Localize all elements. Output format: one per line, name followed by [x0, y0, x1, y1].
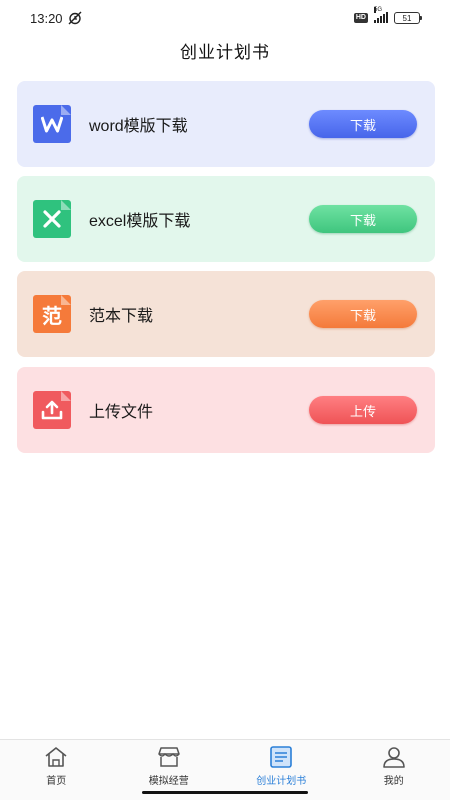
alarm-off-icon — [68, 11, 82, 25]
nav-label: 首页 — [46, 776, 67, 787]
card-template-download: 范 范本下载 下载 — [17, 271, 435, 357]
nav-label: 模拟经营 — [148, 776, 189, 787]
page-title: 创业计划书 — [180, 43, 270, 62]
status-left: 13:20 — [30, 11, 83, 26]
word-download-button[interactable]: 下载 — [309, 110, 417, 138]
home-indicator[interactable] — [142, 791, 308, 794]
template-file-icon: 范 — [33, 295, 71, 333]
nav-item-mine[interactable]: 我的 — [338, 740, 450, 800]
card-excel-download: excel模版下载 下载 — [17, 176, 435, 262]
home-icon — [45, 747, 67, 767]
excel-file-icon — [33, 200, 71, 238]
word-file-icon — [33, 105, 71, 143]
nav-label: 创业计划书 — [256, 776, 307, 787]
nav-item-home[interactable]: 首页 — [0, 740, 113, 800]
signal-icon: 5G — [374, 7, 388, 23]
card-upload-file: 上传文件 上传 — [17, 367, 435, 453]
card-word-download: word模版下载 下载 — [17, 81, 435, 167]
document-icon — [270, 746, 293, 768]
status-right: HD 5G 51 — [353, 7, 422, 24]
store-icon — [158, 747, 180, 767]
upload-file-icon — [33, 391, 71, 429]
nav-label: 我的 — [383, 776, 404, 787]
hd-badge: HD — [353, 13, 368, 23]
battery-level: 51 — [402, 13, 412, 23]
upload-button[interactable]: 上传 — [309, 396, 417, 424]
status-bar: 13:20 HD 5G 51 — [0, 0, 450, 36]
user-icon — [382, 747, 405, 768]
template-download-button[interactable]: 下载 — [309, 300, 417, 328]
battery-icon: 51 — [394, 12, 422, 24]
excel-download-button[interactable]: 下载 — [309, 205, 417, 233]
network-type: 5G — [374, 7, 383, 13]
status-time: 13:20 — [30, 10, 63, 26]
